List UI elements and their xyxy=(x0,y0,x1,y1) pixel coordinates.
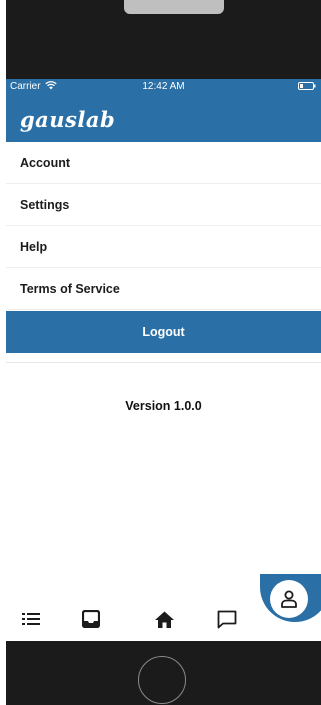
menu-item-help[interactable]: Help xyxy=(6,226,321,268)
device-home-button[interactable] xyxy=(138,656,186,704)
device-top-bezel xyxy=(6,0,321,79)
version-label: Version 1.0.0 xyxy=(125,399,202,413)
app-screen: Carrier 12:42 AM gauslab Account Setting… xyxy=(6,79,321,641)
app-header: Carrier 12:42 AM gauslab xyxy=(6,79,321,142)
tab-profile[interactable] xyxy=(270,580,308,618)
tab-list[interactable] xyxy=(16,606,46,632)
status-time: 12:42 AM xyxy=(142,81,185,92)
tab-chat[interactable] xyxy=(212,606,242,632)
device-frame: Carrier 12:42 AM gauslab Account Setting… xyxy=(0,0,321,705)
logout-button[interactable]: Logout xyxy=(6,311,321,353)
divider xyxy=(6,362,321,363)
list-icon xyxy=(22,613,40,625)
chat-icon xyxy=(217,610,237,628)
settings-menu: Account Settings Help Terms of Service xyxy=(6,142,321,310)
bezel-highlight xyxy=(124,0,224,14)
device-bottom-bezel xyxy=(6,641,321,705)
status-bar: Carrier 12:42 AM xyxy=(6,79,321,95)
brand-logo: gauslab xyxy=(20,107,116,132)
menu-item-account[interactable]: Account xyxy=(6,142,321,184)
battery-icon xyxy=(298,82,316,90)
tab-home[interactable] xyxy=(149,606,179,632)
tab-bar xyxy=(6,574,321,641)
profile-icon xyxy=(281,590,297,608)
home-icon xyxy=(154,611,174,628)
menu-item-settings[interactable]: Settings xyxy=(6,184,321,226)
menu-item-terms-of-service[interactable]: Terms of Service xyxy=(6,268,321,310)
inbox-icon xyxy=(82,610,100,628)
tab-inbox[interactable] xyxy=(76,606,106,632)
